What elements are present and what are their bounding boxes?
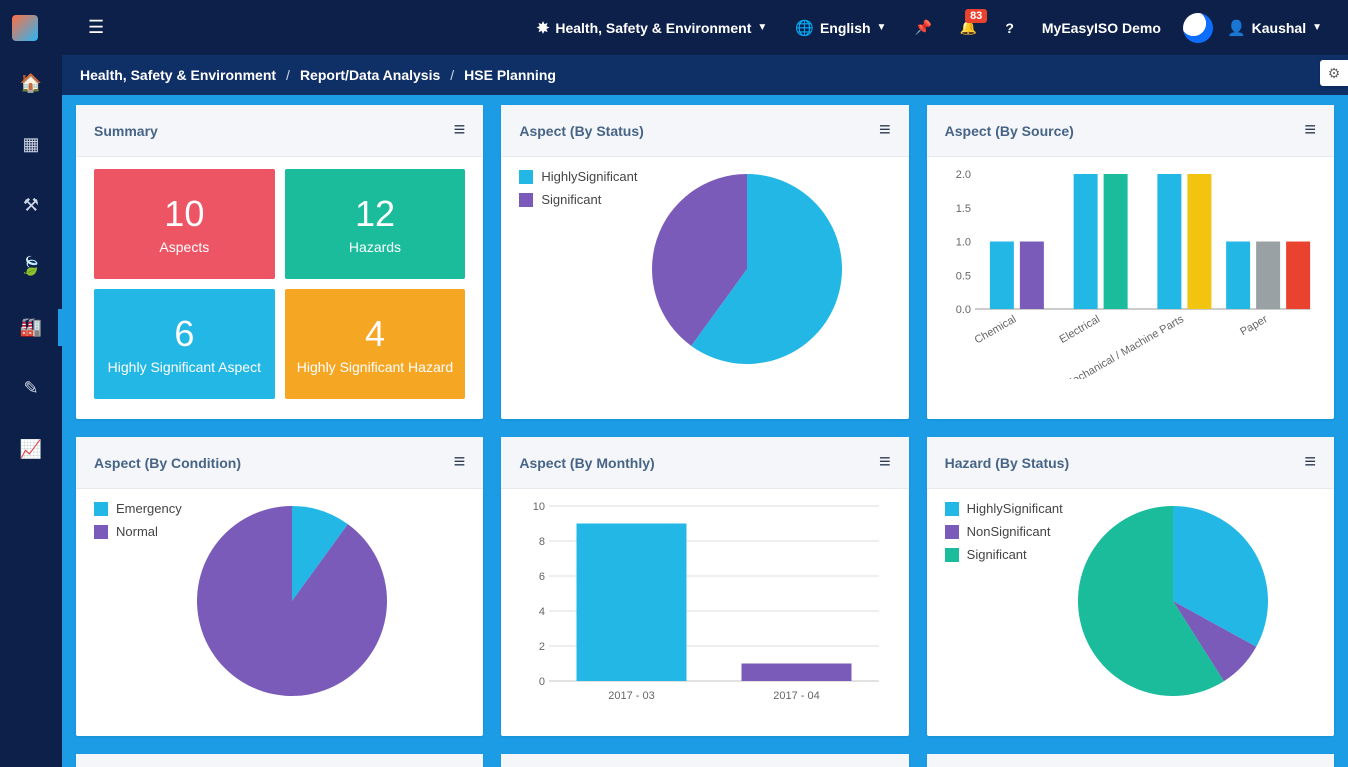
legend-item: NonSignificant [945, 524, 1063, 539]
pie-chart [1073, 501, 1273, 701]
panel-aspect-condition: Aspect (By Condition) ≡ Emergency Normal [76, 437, 483, 736]
pie-chart [192, 501, 392, 701]
panel-menu-icon[interactable]: ≡ [879, 119, 891, 142]
svg-text:0.5: 0.5 [955, 270, 970, 282]
sidebar-edit[interactable]: ✎ [0, 378, 62, 399]
summary-tile[interactable]: 4 Highly Significant Hazard [285, 289, 466, 399]
sidebar-home[interactable]: 🏠 [0, 73, 62, 94]
svg-text:2.0: 2.0 [955, 169, 970, 181]
svg-text:Chemical: Chemical [972, 313, 1018, 346]
legend-item: HighlySignificant [519, 169, 637, 184]
panel-menu-icon[interactable]: ≡ [1304, 119, 1316, 142]
svg-text:2: 2 [539, 641, 545, 653]
sidebar-building[interactable]: ▦ [0, 134, 62, 155]
svg-text:4: 4 [539, 606, 545, 618]
svg-text:1.5: 1.5 [955, 203, 970, 215]
content: Summary ≡ 10 Aspects 12 Hazards 6 Highly Sign… [62, 95, 1348, 767]
panel-aspect-status: Aspect (By Status) ≡ HighlySignificant Si… [501, 105, 908, 419]
help-icon: ? [1005, 20, 1014, 36]
breadcrumb-c: HSE Planning [464, 67, 556, 83]
breadcrumb-a[interactable]: Health, Safety & Environment [80, 67, 276, 83]
notif-badge: 83 [965, 9, 987, 23]
svg-text:0: 0 [539, 676, 545, 688]
globe-icon: 🌐 [795, 19, 814, 37]
language-dropdown[interactable]: 🌐 English ▼ [781, 19, 900, 37]
legend-item: HighlySignificant [945, 501, 1063, 516]
pin-icon: 📌 [914, 19, 931, 36]
page-settings-button[interactable]: ⚙ [1320, 60, 1348, 86]
user-name: Kaushal [1252, 20, 1306, 36]
tile-label: Highly Significant Aspect [108, 359, 261, 375]
sidebar-leaf[interactable]: 🍃 [0, 256, 62, 277]
panel-menu-icon[interactable]: ≡ [879, 451, 891, 474]
svg-text:2017 - 04: 2017 - 04 [774, 690, 820, 702]
language-label: English [820, 20, 871, 36]
sidebar-analytics[interactable]: 📈 [0, 439, 62, 460]
svg-text:Paper: Paper [1238, 313, 1270, 338]
module-dropdown[interactable]: ✸ Health, Safety & Environment ▼ [523, 19, 782, 37]
breadcrumb: Health, Safety & Environment / Report/Da… [62, 55, 1348, 95]
pin-button[interactable]: 📌 [900, 19, 945, 36]
pie-chart [647, 169, 847, 369]
legend-item: Significant [945, 547, 1063, 562]
svg-text:0.0: 0.0 [955, 304, 970, 316]
panel-menu-icon[interactable]: ≡ [454, 119, 466, 142]
svg-text:1.0: 1.0 [955, 237, 970, 249]
sidebar: 🏠 ▦ ⚒ 🍃 🏭 ✎ 📈 [0, 55, 62, 767]
panel-title: Aspect (By Monthly) [519, 455, 654, 471]
panel-hazard-monthly: Hazard (By Monthly) ≡ [927, 754, 1334, 767]
tile-value: 10 [164, 193, 204, 235]
panel-menu-icon[interactable]: ≡ [1304, 451, 1316, 474]
gear-sun-icon: ✸ [537, 19, 550, 37]
tile-value: 12 [355, 193, 395, 235]
breadcrumb-b[interactable]: Report/Data Analysis [300, 67, 440, 83]
panel-title: Summary [94, 123, 158, 139]
panel-title: Hazard (By Status) [945, 455, 1069, 471]
panel-hazard-source: Hazard (By Source) ≡ [76, 754, 483, 767]
legend-item: Significant [519, 192, 637, 207]
tile-label: Highly Significant Hazard [297, 359, 453, 375]
panel-title: Aspect (By Source) [945, 123, 1074, 139]
panel-aspect-monthly: Aspect (By Monthly) ≡ 0 2 4 6 8 10 2017 - 03 20… [501, 437, 908, 736]
panel-hazard-condition: Hazard (By Condition) ≡ [501, 754, 908, 767]
panel-summary: Summary ≡ 10 Aspects 12 Hazards 6 Highly Sign… [76, 105, 483, 419]
notifications-button[interactable]: 🔔 83 [946, 19, 991, 36]
module-label: Health, Safety & Environment [555, 20, 751, 36]
summary-tile[interactable]: 6 Highly Significant Aspect [94, 289, 275, 399]
legend-item: Normal [94, 524, 182, 539]
bar-chart: 0.00.51.01.52.0ChemicalElectricalMechani… [945, 169, 1315, 379]
svg-text:6: 6 [539, 571, 545, 583]
caret-down-icon: ▼ [757, 22, 767, 33]
caret-down-icon: ▼ [877, 22, 887, 33]
svg-text:10: 10 [533, 501, 545, 513]
panel-aspect-source: Aspect (By Source) ≡ 0.0 0.5 1.0 1.5 2.0 Chem… [927, 105, 1334, 419]
summary-tile[interactable]: 10 Aspects [94, 169, 275, 279]
panel-hazard-status: Hazard (By Status) ≡ HighlySignificant No… [927, 437, 1334, 736]
tile-value: 4 [365, 313, 385, 355]
tenant-avatar[interactable] [1183, 13, 1213, 43]
user-icon: 👤 [1227, 19, 1246, 37]
svg-text:2017 - 03: 2017 - 03 [609, 690, 655, 702]
svg-text:8: 8 [539, 536, 545, 548]
panel-title: Aspect (By Status) [519, 123, 643, 139]
tile-label: Hazards [349, 239, 401, 255]
summary-tile[interactable]: 12 Hazards [285, 169, 466, 279]
sidebar-industry[interactable]: 🏭 [0, 317, 62, 338]
toggle-sidebar-icon[interactable]: ☰ [88, 17, 104, 38]
panel-menu-icon[interactable]: ≡ [454, 451, 466, 474]
tile-label: Aspects [159, 239, 209, 255]
topbar: ☰ ✸ Health, Safety & Environment ▼ 🌐 Eng… [0, 0, 1348, 55]
bar-chart: 0 2 4 6 8 10 2017 - 03 2017 - 04 [519, 501, 889, 711]
panel-title: Aspect (By Condition) [94, 455, 241, 471]
sidebar-gavel[interactable]: ⚒ [0, 195, 62, 216]
svg-text:Electrical: Electrical [1057, 313, 1102, 346]
legend-item: Emergency [94, 501, 182, 516]
tile-value: 6 [174, 313, 194, 355]
tenant-label[interactable]: MyEasyISO Demo [1028, 20, 1175, 36]
help-button[interactable]: ? [991, 20, 1028, 36]
caret-down-icon: ▼ [1312, 22, 1322, 33]
user-menu[interactable]: 👤 Kaushal ▼ [1213, 19, 1336, 37]
logo [12, 15, 38, 41]
